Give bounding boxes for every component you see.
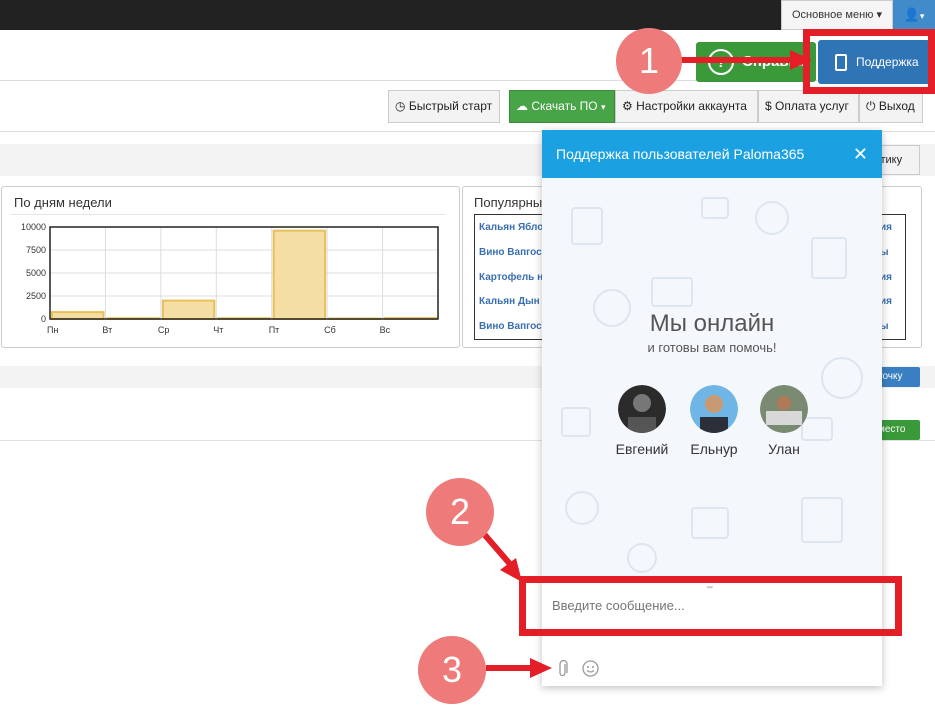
- step-badge: 2: [426, 478, 494, 546]
- highlight-box: [803, 29, 935, 94]
- step-badge: 3: [418, 636, 486, 704]
- highlight-box: [519, 576, 902, 636]
- app-screen: Основное меню ▾ 👤▾ ? Справка Поддержка ◷…: [0, 0, 935, 713]
- step-badge: 1: [616, 28, 682, 94]
